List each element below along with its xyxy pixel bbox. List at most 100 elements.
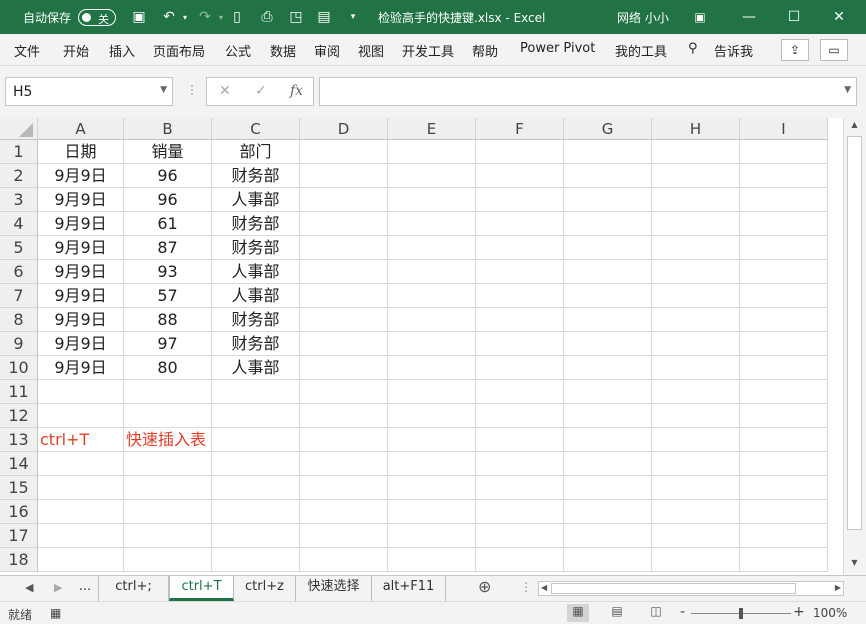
cell-a16[interactable] <box>38 500 124 524</box>
cell-a18[interactable] <box>38 548 124 572</box>
cell-c13[interactable] <box>212 428 300 452</box>
cell-i15[interactable] <box>740 476 828 500</box>
cell-f7[interactable] <box>476 284 564 308</box>
cell-a15[interactable] <box>38 476 124 500</box>
camera-icon[interactable]: ◳ <box>287 9 305 26</box>
row-header-3[interactable]: 3 <box>0 188 38 212</box>
cell-e15[interactable] <box>388 476 476 500</box>
cell-i18[interactable] <box>740 548 828 572</box>
row-header-11[interactable]: 11 <box>0 380 38 404</box>
cell-c10[interactable]: 人事部 <box>212 356 300 380</box>
cell-a3[interactable]: 9月9日 <box>38 188 124 212</box>
menu-data[interactable]: 数据 <box>270 41 296 60</box>
select-all-button[interactable] <box>0 118 38 140</box>
zoom-level[interactable]: 100% <box>813 606 847 620</box>
cell-h9[interactable] <box>652 332 740 356</box>
cell-i13[interactable] <box>740 428 828 452</box>
cell-c12[interactable] <box>212 404 300 428</box>
cell-c6[interactable]: 人事部 <box>212 260 300 284</box>
row-header-1[interactable]: 1 <box>0 140 38 164</box>
cell-g15[interactable] <box>564 476 652 500</box>
cell-g7[interactable] <box>564 284 652 308</box>
row-header-15[interactable]: 15 <box>0 476 38 500</box>
cancel-icon[interactable]: ✕ <box>219 83 231 99</box>
save-icon[interactable]: ▣ <box>130 9 148 26</box>
cell-b1[interactable]: 销量 <box>124 140 212 164</box>
cell-g18[interactable] <box>564 548 652 572</box>
cell-a7[interactable]: 9月9日 <box>38 284 124 308</box>
cell-e14[interactable] <box>388 452 476 476</box>
cell-f1[interactable] <box>476 140 564 164</box>
undo-dropdown-icon[interactable]: ▾ <box>176 9 194 26</box>
cell-e8[interactable] <box>388 308 476 332</box>
column-header-a[interactable]: A <box>38 118 124 140</box>
cell-e18[interactable] <box>388 548 476 572</box>
cell-c5[interactable]: 财务部 <box>212 236 300 260</box>
maximize-icon[interactable]: ☐ <box>783 6 805 28</box>
cell-b15[interactable] <box>124 476 212 500</box>
column-header-d[interactable]: D <box>300 118 388 140</box>
more-sheets[interactable]: ... <box>72 576 99 601</box>
cell-c4[interactable]: 财务部 <box>212 212 300 236</box>
cell-a6[interactable]: 9月9日 <box>38 260 124 284</box>
cell-b11[interactable] <box>124 380 212 404</box>
cell-f10[interactable] <box>476 356 564 380</box>
vertical-scrollbar[interactable]: ▲ ▼ <box>843 118 866 575</box>
cell-c7[interactable]: 人事部 <box>212 284 300 308</box>
cell-f8[interactable] <box>476 308 564 332</box>
hscroll-thumb[interactable] <box>551 583 796 594</box>
cell-a1[interactable]: 日期 <box>38 140 124 164</box>
cell-c8[interactable]: 财务部 <box>212 308 300 332</box>
cell-b17[interactable] <box>124 524 212 548</box>
cell-b8[interactable]: 88 <box>124 308 212 332</box>
cell-f3[interactable] <box>476 188 564 212</box>
cell-i11[interactable] <box>740 380 828 404</box>
cell-a2[interactable]: 9月9日 <box>38 164 124 188</box>
menu-file[interactable]: 文件 <box>14 41 40 60</box>
row-header-18[interactable]: 18 <box>0 548 38 572</box>
scroll-thumb[interactable] <box>847 136 862 530</box>
cell-d6[interactable] <box>300 260 388 284</box>
cell-g17[interactable] <box>564 524 652 548</box>
cell-d17[interactable] <box>300 524 388 548</box>
cell-d9[interactable] <box>300 332 388 356</box>
prev-sheet-icon[interactable]: ◀ <box>25 581 33 594</box>
resize-handle-icon[interactable]: ⋮ <box>186 83 198 97</box>
cell-i9[interactable] <box>740 332 828 356</box>
cell-a8[interactable]: 9月9日 <box>38 308 124 332</box>
page-layout-view-icon[interactable]: ▤ <box>606 604 628 622</box>
column-header-c[interactable]: C <box>212 118 300 140</box>
cell-c18[interactable] <box>212 548 300 572</box>
lightbulb-search-icon[interactable]: ⚲ <box>688 41 698 56</box>
cell-g1[interactable] <box>564 140 652 164</box>
row-header-8[interactable]: 8 <box>0 308 38 332</box>
cell-g2[interactable] <box>564 164 652 188</box>
menu-power-pivot[interactable]: Power Pivot <box>520 41 595 56</box>
cell-b12[interactable] <box>124 404 212 428</box>
cell-d4[interactable] <box>300 212 388 236</box>
cell-h5[interactable] <box>652 236 740 260</box>
column-header-h[interactable]: H <box>652 118 740 140</box>
menu-developer[interactable]: 开发工具 <box>402 41 454 60</box>
cell-i5[interactable] <box>740 236 828 260</box>
cell-i6[interactable] <box>740 260 828 284</box>
menu-review[interactable]: 审阅 <box>314 41 340 60</box>
cell-e16[interactable] <box>388 500 476 524</box>
expand-formula-icon[interactable]: ▼ <box>844 85 851 95</box>
row-header-12[interactable]: 12 <box>0 404 38 428</box>
cell-h13[interactable] <box>652 428 740 452</box>
cell-b4[interactable]: 61 <box>124 212 212 236</box>
next-sheet-icon[interactable]: ▶ <box>54 581 62 594</box>
cell-a10[interactable]: 9月9日 <box>38 356 124 380</box>
cell-g16[interactable] <box>564 500 652 524</box>
cell-f16[interactable] <box>476 500 564 524</box>
cell-b18[interactable] <box>124 548 212 572</box>
cell-d15[interactable] <box>300 476 388 500</box>
customize-qat-icon[interactable]: ▾ <box>344 9 362 26</box>
cell-c1[interactable]: 部门 <box>212 140 300 164</box>
scroll-right-icon[interactable]: ▶ <box>835 583 841 592</box>
tab-quick-select[interactable]: 快速选择 <box>296 576 372 601</box>
new-file-icon[interactable]: ▯ <box>228 9 246 26</box>
cell-f2[interactable] <box>476 164 564 188</box>
cell-d2[interactable] <box>300 164 388 188</box>
